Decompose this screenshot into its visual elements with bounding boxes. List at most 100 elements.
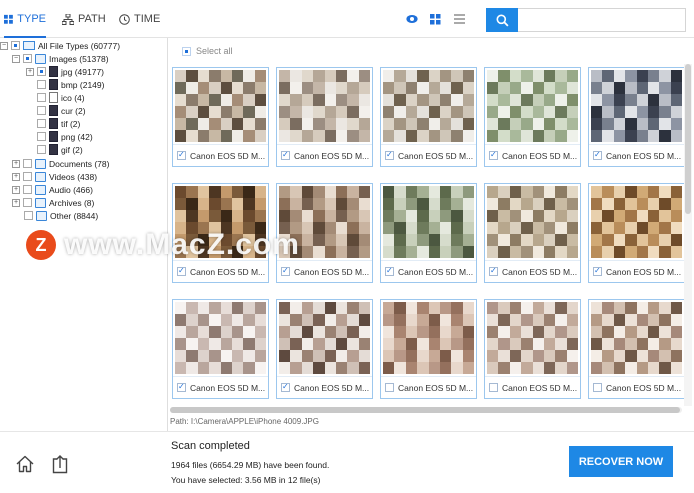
checkbox-jpg[interactable] <box>37 67 46 76</box>
thumbnail-card[interactable]: Canon EOS 5D M... <box>484 67 581 167</box>
tree-item-videos[interactable]: + Videos (438) <box>12 170 97 183</box>
home-button[interactable] <box>15 454 35 474</box>
thumbnail-card[interactable]: Canon EOS 5D M... <box>588 183 685 283</box>
checkbox-other[interactable] <box>24 211 33 220</box>
tree-item-gif[interactable]: gif (2) <box>37 143 83 156</box>
tree-item-audio[interactable]: + Audio (466) <box>12 183 93 196</box>
thumbnail-card[interactable]: Canon EOS 5D M... <box>380 183 477 283</box>
thumbnail-checkbox[interactable] <box>385 150 394 160</box>
tree-item-all[interactable]: − All File Types (60777) <box>0 39 120 52</box>
thumbnail-card[interactable]: Canon EOS 5D M... <box>276 67 373 167</box>
select-all-control[interactable]: Select all <box>182 46 233 56</box>
tree-item-jpg[interactable]: + jpg (49177) <box>26 65 104 78</box>
search-button[interactable] <box>486 8 518 32</box>
thumbnail-checkbox[interactable] <box>177 382 186 392</box>
recover-now-button[interactable]: RECOVER NOW <box>569 446 673 477</box>
thumbnail-checkbox[interactable] <box>177 266 186 276</box>
checkbox-all[interactable] <box>11 41 20 50</box>
expand-icon[interactable]: + <box>12 198 20 207</box>
checkbox-ico[interactable] <box>37 93 46 102</box>
tree-item-cur[interactable]: cur (2) <box>37 104 86 117</box>
thumbnail-footer: Canon EOS 5D M... <box>173 376 268 398</box>
thumbnail-image[interactable] <box>175 70 266 142</box>
images-folder-icon <box>35 53 46 64</box>
tree-item-png[interactable]: png (42) <box>37 130 93 143</box>
checkbox-audio[interactable] <box>23 185 32 194</box>
checkbox-bmp[interactable] <box>37 80 46 89</box>
tree-item-images[interactable]: − Images (51378) <box>12 52 109 65</box>
vertical-scrollbar[interactable] <box>684 64 692 406</box>
thumbnail-card[interactable]: Canon EOS 5D M... <box>588 299 685 399</box>
tab-type[interactable]: TYPE <box>4 0 46 38</box>
grid-view-button[interactable] <box>428 12 442 26</box>
thumbnail-image[interactable] <box>487 70 578 142</box>
checkbox-cur[interactable] <box>37 106 46 115</box>
thumbnail-checkbox[interactable] <box>489 266 498 276</box>
tree-item-other[interactable]: Other (8844) <box>24 209 98 222</box>
thumbnail-checkbox[interactable] <box>385 266 394 276</box>
tab-time[interactable]: TIME <box>119 0 160 38</box>
expand-icon[interactable]: + <box>12 172 20 181</box>
preview-toggle-button[interactable] <box>405 12 419 26</box>
thumbnail-checkbox[interactable] <box>593 383 602 392</box>
tree-item-tif[interactable]: tif (2) <box>37 117 80 130</box>
thumbnail-checkbox[interactable] <box>177 150 186 160</box>
thumbnail-image[interactable] <box>279 302 370 374</box>
collapse-icon[interactable]: − <box>12 54 20 63</box>
search-input[interactable] <box>521 11 681 29</box>
select-all-checkbox[interactable] <box>182 46 191 56</box>
tree-label: tif (2) <box>61 118 81 129</box>
thumbnail-card[interactable]: Canon EOS 5D M... <box>484 183 581 283</box>
thumbnail-card[interactable]: Canon EOS 5D M... <box>380 67 477 167</box>
checkbox-archives[interactable] <box>23 198 32 207</box>
checkbox-documents[interactable] <box>23 159 32 168</box>
thumbnail-card[interactable]: Canon EOS 5D M... <box>276 299 373 399</box>
thumbnail-image[interactable] <box>591 186 682 258</box>
thumbnail-image[interactable] <box>383 186 474 258</box>
thumbnail-checkbox[interactable] <box>593 150 602 160</box>
checkbox-images[interactable] <box>23 54 32 63</box>
collapse-icon[interactable]: − <box>0 41 8 50</box>
expand-icon[interactable]: + <box>26 67 34 76</box>
thumbnail-image[interactable] <box>383 302 474 374</box>
tree-item-bmp[interactable]: bmp (2149) <box>37 78 104 91</box>
thumbnail-image[interactable] <box>383 70 474 142</box>
thumbnail-checkbox[interactable] <box>489 383 498 392</box>
checkbox-videos[interactable] <box>23 172 32 181</box>
tree-label: png (42) <box>61 131 93 142</box>
export-button[interactable] <box>50 454 70 474</box>
thumbnail-image[interactable] <box>487 302 578 374</box>
tree-item-archives[interactable]: + Archives (8) <box>12 196 94 209</box>
thumbnail-checkbox[interactable] <box>281 382 290 392</box>
thumbnail-checkbox[interactable] <box>489 150 498 160</box>
thumbnail-filename: Canon EOS 5D M... <box>294 382 370 393</box>
horizontal-scrollbar[interactable] <box>170 407 682 413</box>
thumbnail-image[interactable] <box>279 70 370 142</box>
thumbnail-image[interactable] <box>591 70 682 142</box>
thumbnail-image[interactable] <box>487 186 578 258</box>
tab-path[interactable]: PATH <box>62 0 106 38</box>
thumbnail-checkbox[interactable] <box>593 266 602 276</box>
list-view-button[interactable] <box>452 12 466 26</box>
tree-label: Images (51378) <box>49 53 109 64</box>
thumbnail-card[interactable]: Canon EOS 5D M... <box>380 299 477 399</box>
tree-item-documents[interactable]: + Documents (78) <box>12 157 109 170</box>
thumbnail-image[interactable] <box>175 302 266 374</box>
thumbnail-card[interactable]: Canon EOS 5D M... <box>588 67 685 167</box>
horizontal-scrollbar-thumb[interactable] <box>170 407 680 413</box>
thumbnail-checkbox[interactable] <box>385 383 394 392</box>
checkbox-tif[interactable] <box>37 119 46 128</box>
tree-item-ico[interactable]: ico (4) <box>37 91 85 104</box>
checkbox-gif[interactable] <box>37 145 46 154</box>
thumbnail-card[interactable]: Canon EOS 5D M... <box>172 299 269 399</box>
thumbnail-card[interactable]: Canon EOS 5D M... <box>172 67 269 167</box>
thumbnail-checkbox[interactable] <box>281 150 290 160</box>
thumbnail-checkbox[interactable] <box>281 266 290 276</box>
expand-icon[interactable]: + <box>12 159 20 168</box>
expand-icon[interactable]: + <box>12 185 20 194</box>
checkbox-png[interactable] <box>37 132 46 141</box>
vertical-scrollbar-thumb[interactable] <box>685 64 691 214</box>
thumbnail-card[interactable]: Canon EOS 5D M... <box>484 299 581 399</box>
thumbnail-footer: Canon EOS 5D M... <box>589 260 684 282</box>
thumbnail-image[interactable] <box>591 302 682 374</box>
